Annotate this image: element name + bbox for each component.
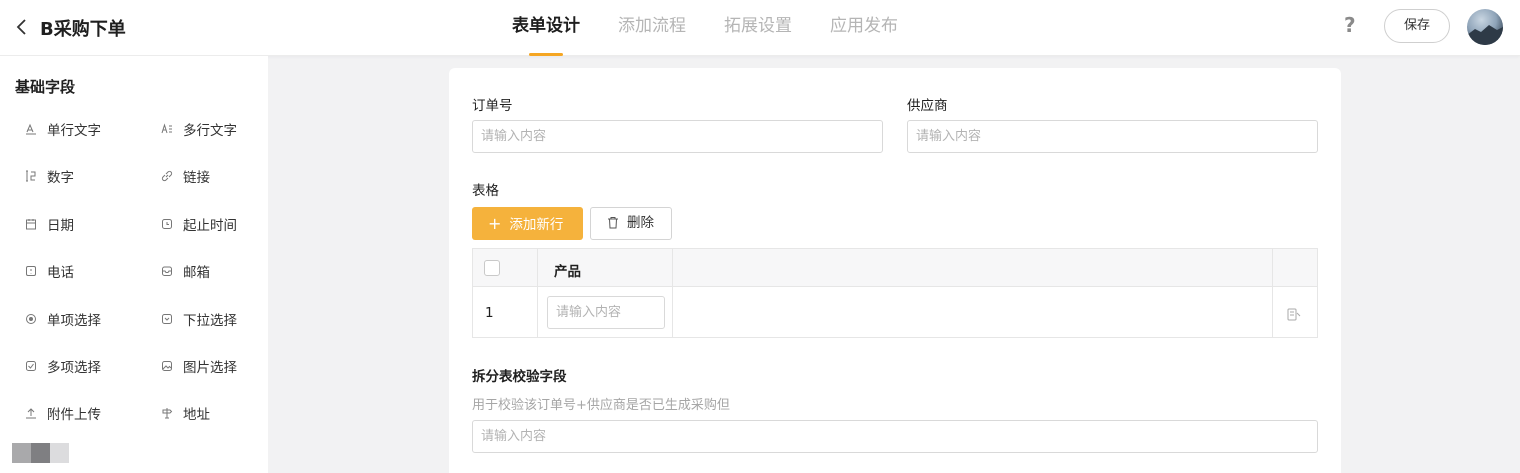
product-cell-input[interactable]: 请输入内容 — [547, 296, 665, 329]
add-row-button[interactable]: + 添加新行 — [472, 207, 583, 240]
location-icon — [161, 407, 173, 419]
field-label: 起止时间 — [183, 218, 237, 234]
field-single-line-text[interactable]: 单行文字 — [25, 119, 101, 139]
split-field-input[interactable]: 请输入内容 — [472, 420, 1318, 453]
back-arrow-icon[interactable] — [14, 17, 30, 37]
image-icon — [161, 360, 173, 372]
field-label: 日期 — [47, 218, 74, 234]
time-range-icon — [161, 218, 173, 230]
field-date[interactable]: 日期 — [25, 214, 74, 234]
split-field-label: 拆分表校验字段 — [472, 369, 567, 385]
column-divider — [537, 249, 538, 337]
column-header-product: 产品 — [554, 264, 581, 280]
column-divider — [672, 249, 673, 337]
delete-label: 删除 — [627, 215, 654, 231]
field-label: 数字 — [47, 170, 74, 186]
plus-icon: + — [488, 214, 502, 233]
field-mail[interactable]: 邮箱 — [161, 261, 210, 281]
phone-icon — [25, 265, 37, 277]
field-address[interactable]: 地址 — [161, 403, 210, 423]
field-multi-choice[interactable]: 多项选择 — [25, 356, 101, 376]
order-no-input[interactable]: 请输入内容 — [472, 120, 883, 153]
field-link[interactable]: 链接 — [161, 166, 210, 186]
table-label: 表格 — [472, 183, 499, 199]
table-header-row: 产品 — [473, 249, 1317, 287]
calendar-icon — [25, 218, 37, 230]
sidebar-title: 基础字段 — [15, 78, 76, 96]
tab-app-publish[interactable]: 应用发布 — [830, 0, 898, 56]
add-row-label: 添加新行 — [509, 217, 564, 233]
dropdown-icon — [161, 313, 173, 325]
mosaic-thumbnail — [12, 443, 69, 463]
field-label: 附件上传 — [47, 407, 101, 423]
multi-line-text-icon — [161, 123, 173, 135]
tab-form-design[interactable]: 表单设计 — [512, 0, 580, 56]
main-tabs: 表单设计 添加流程 拓展设置 应用发布 — [512, 0, 936, 56]
field-label: 电话 — [47, 265, 74, 281]
field-label: 单行文字 — [47, 123, 101, 139]
field-number[interactable]: 数字 — [25, 166, 74, 186]
field-label: 多行文字 — [183, 123, 237, 139]
tab-add-flow[interactable]: 添加流程 — [618, 0, 686, 56]
checkbox-icon — [25, 360, 37, 372]
supplier-label: 供应商 — [907, 98, 948, 114]
avatar[interactable] — [1467, 9, 1503, 45]
field-label: 下拉选择 — [183, 313, 237, 329]
field-multi-line-text[interactable]: 多行文字 — [161, 119, 237, 139]
row-index: 1 — [485, 305, 494, 321]
link-icon — [161, 170, 173, 182]
tab-extension-settings[interactable]: 拓展设置 — [724, 0, 792, 56]
field-label: 链接 — [183, 170, 210, 186]
field-label: 地址 — [183, 407, 210, 423]
field-dropdown[interactable]: 下拉选择 — [161, 309, 237, 329]
order-no-label: 订单号 — [472, 98, 513, 114]
mail-icon — [161, 265, 173, 277]
upload-icon — [25, 407, 37, 419]
number-icon — [25, 170, 37, 182]
field-time-range[interactable]: 起止时间 — [161, 214, 237, 234]
column-divider — [1272, 249, 1273, 337]
trash-icon — [607, 210, 619, 241]
field-phone[interactable]: 电话 — [25, 261, 74, 281]
single-line-text-icon — [25, 123, 37, 135]
radio-icon — [25, 313, 37, 325]
field-label: 邮箱 — [183, 265, 210, 281]
app-title: B采购下单 — [40, 19, 126, 40]
field-label: 多项选择 — [47, 360, 101, 376]
select-all-checkbox[interactable] — [484, 260, 500, 276]
field-image-choice[interactable]: 图片选择 — [161, 356, 237, 376]
supplier-input[interactable]: 请输入内容 — [907, 120, 1318, 153]
delete-button[interactable]: 删除 — [590, 207, 672, 240]
field-single-choice[interactable]: 单项选择 — [25, 309, 101, 329]
row-edit-icon[interactable] — [1287, 306, 1301, 325]
help-icon[interactable]: ? — [1344, 13, 1356, 37]
field-label: 单项选择 — [47, 313, 101, 329]
field-label: 图片选择 — [183, 360, 237, 376]
top-bar: B采购下单 表单设计 添加流程 拓展设置 应用发布 ? 保存 — [0, 0, 1520, 56]
field-attachment-upload[interactable]: 附件上传 — [25, 403, 101, 423]
save-button[interactable]: 保存 — [1384, 9, 1450, 43]
subform-table: 产品 1 请输入内容 — [472, 248, 1318, 338]
split-field-hint: 用于校验该订单号+供应商是否已生成采购但 — [472, 398, 730, 413]
